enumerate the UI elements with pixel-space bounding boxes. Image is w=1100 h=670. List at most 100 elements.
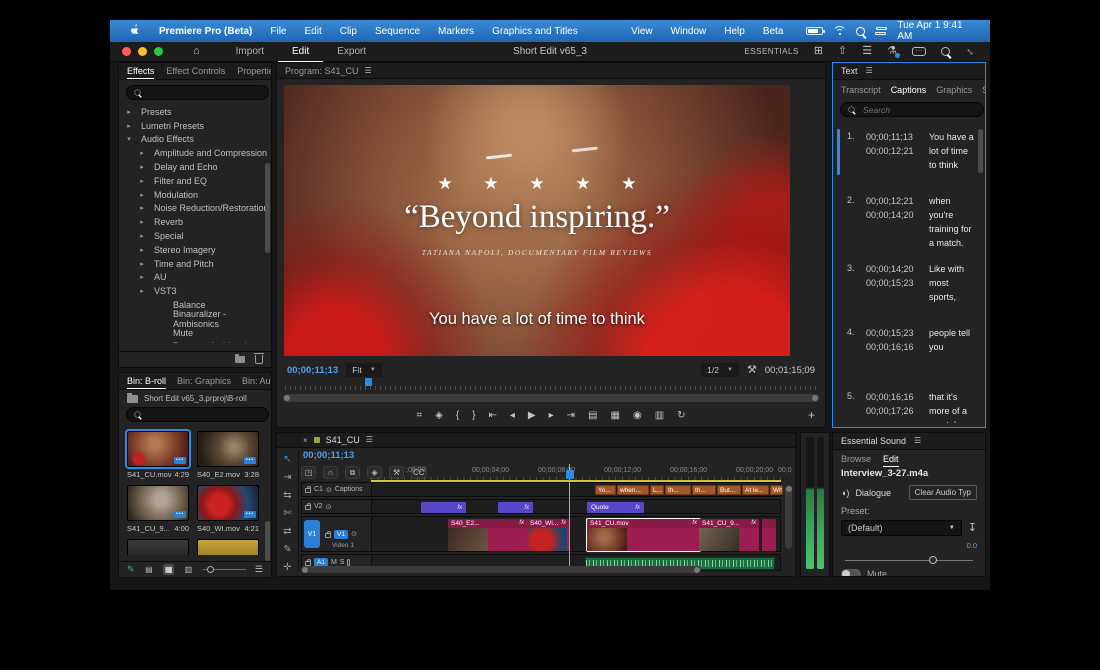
- captions-search-input[interactable]: [861, 104, 977, 116]
- menubar-item[interactable]: Clip: [331, 26, 366, 37]
- bin-panel-tab[interactable]: Bin: B-roll: [127, 376, 166, 386]
- menubar-clock[interactable]: Tue Apr 1 9:41 AM: [897, 20, 978, 42]
- menubar-item[interactable]: Beta: [754, 26, 793, 37]
- source-patch-v1[interactable]: V1: [304, 520, 320, 548]
- program-settings-wrench-icon[interactable]: ⚒: [747, 365, 757, 376]
- menubar-app-name[interactable]: Premiere Pro (Beta): [150, 26, 261, 37]
- effects-tree-item[interactable]: ▸ Lumetri Presets: [119, 119, 271, 133]
- mic-icon[interactable]: [347, 559, 350, 566]
- caption-track[interactable]: C1 ⊙ Captions Yo...when...L...th...th...…: [301, 482, 781, 497]
- effects-panel-tab[interactable]: Effects: [127, 66, 154, 76]
- spotlight-search-icon[interactable]: [856, 27, 865, 36]
- bin-clip-item[interactable]: ••• S41_CU.mov4:29: [127, 431, 189, 479]
- caption-timecodes[interactable]: 00;00;14;2000;00;15;23: [866, 263, 922, 315]
- program-video-frame[interactable]: ★ ★ ★ ★ ★ “Beyond inspiring.” TATIANA NA…: [284, 85, 790, 356]
- control-center-icon[interactable]: [875, 27, 888, 36]
- minimize-window-button[interactable]: [138, 47, 147, 56]
- mark-out-icon[interactable]: }: [472, 411, 475, 421]
- loudness-slider[interactable]: [845, 560, 973, 561]
- text-panel-tab[interactable]: S4: [982, 85, 985, 95]
- go-to-out-icon[interactable]: ⇥: [567, 411, 575, 421]
- tree-chevron-icon[interactable]: ▸: [138, 177, 146, 185]
- hand-tool[interactable]: ✛: [283, 563, 291, 573]
- zoom-window-button[interactable]: [154, 47, 163, 56]
- loop-icon[interactable]: ↻: [677, 411, 685, 421]
- effects-tree-item[interactable]: ▸ Noise Reduction/Restoration: [119, 202, 271, 216]
- graphic-clip[interactable]: Quotefx: [587, 502, 644, 513]
- sort-icon[interactable]: ☰: [255, 565, 263, 574]
- marker-icon[interactable]: ◈: [435, 411, 443, 421]
- tree-chevron-icon[interactable]: ▾: [125, 135, 133, 143]
- track-output-eye-icon[interactable]: ⊙: [326, 503, 332, 511]
- text-panel-tab[interactable]: Captions: [891, 85, 927, 95]
- caption-timecodes[interactable]: 00;00;15;2300;00;16;16: [866, 327, 922, 379]
- save-preset-icon[interactable]: ↧: [968, 523, 977, 534]
- tree-chevron-icon[interactable]: ▸: [138, 260, 146, 268]
- freeform-view-button[interactable]: ▥: [183, 564, 194, 575]
- caption-text[interactable]: when you're training for a match.: [929, 195, 977, 251]
- lift-icon[interactable]: ▤: [588, 411, 597, 421]
- video-track-v1[interactable]: V1 V1 ⊙ Video 1 S40_E2...fx S40_Wi...fx: [301, 516, 781, 552]
- gain-value[interactable]: 0.0: [967, 541, 977, 550]
- selection-tool[interactable]: ↖: [283, 455, 291, 465]
- track-mute-button[interactable]: M: [331, 559, 337, 566]
- bin-clip-item-cropped[interactable]: [127, 539, 189, 555]
- menubar-item[interactable]: Sequence: [366, 26, 429, 37]
- effects-tree-item[interactable]: Binauralizer - Ambisonics: [119, 312, 271, 326]
- bin-panel-tab[interactable]: Bin: Au: [242, 376, 271, 386]
- graphic-clip[interactable]: fx: [421, 502, 466, 513]
- ripple-edit-tool[interactable]: ⇆: [283, 491, 291, 501]
- effects-tree-item[interactable]: ▸ Modulation: [119, 188, 271, 202]
- caption-clip[interactable]: L...: [650, 485, 664, 495]
- menubar-item[interactable]: Help: [715, 26, 754, 37]
- tree-chevron-icon[interactable]: ▸: [138, 191, 146, 199]
- track-id[interactable]: C1: [314, 486, 323, 493]
- effects-tree-item[interactable]: ▾ Audio Effects: [119, 133, 271, 147]
- workspace-label[interactable]: ESSENTIALS: [744, 47, 798, 56]
- playback-resolution-dropdown[interactable]: 1/2▼: [701, 363, 739, 377]
- text-panel-tab[interactable]: Graphics: [936, 85, 972, 95]
- caption-text[interactable]: people tell you: [929, 327, 977, 379]
- caption-clip[interactable]: At le...: [742, 485, 769, 495]
- delete-icon[interactable]: [255, 355, 263, 364]
- essential-sound-tab[interactable]: Browse: [841, 454, 871, 464]
- caption-timecodes[interactable]: 00;00;16;1600;00;17;26: [866, 391, 922, 423]
- caption-row[interactable]: 3. 00;00;14;2000;00;15;23 Like with most…: [837, 257, 981, 321]
- panel-menu-icon[interactable]: ☰: [365, 67, 372, 75]
- video-clip[interactable]: fx: [762, 519, 776, 551]
- program-playhead[interactable]: [365, 378, 372, 386]
- video-clip[interactable]: S41_CU_9...fx: [699, 519, 759, 551]
- tree-chevron-icon[interactable]: ▸: [138, 204, 146, 212]
- tree-chevron-icon[interactable]: ▸: [138, 287, 146, 295]
- effects-tree-item[interactable]: ▸ AU: [119, 271, 271, 285]
- bin-search-input[interactable]: [147, 409, 262, 421]
- search-icon[interactable]: [941, 47, 950, 56]
- export-frame-icon[interactable]: ◉: [633, 411, 642, 421]
- bin-clip-item[interactable]: ••• S40_E2.mov3:28: [197, 431, 259, 479]
- tree-chevron-icon[interactable]: ▸: [125, 122, 133, 130]
- mute-toggle[interactable]: [841, 569, 861, 577]
- caption-text[interactable]: Like with most sports,: [929, 263, 977, 315]
- close-sequence-icon[interactable]: ×: [303, 436, 308, 445]
- beta-feedback-beaker-icon[interactable]: ⚗: [887, 46, 897, 57]
- match-frame-icon[interactable]: ⌗: [416, 411, 422, 421]
- effects-tree-item[interactable]: ▸ Presets: [119, 105, 271, 119]
- track-solo-button[interactable]: S: [340, 559, 345, 566]
- step-back-icon[interactable]: ◂: [510, 411, 515, 421]
- menubar-item[interactable]: Window: [662, 26, 716, 37]
- tree-chevron-icon[interactable]: ▸: [138, 218, 146, 226]
- fullscreen-icon[interactable]: ↔: [963, 44, 979, 60]
- caption-clip[interactable]: th...: [665, 485, 691, 495]
- timeline-vertical-scrollbar[interactable]: [785, 485, 792, 549]
- menubar-item[interactable]: Graphics and Titles: [483, 26, 587, 37]
- effects-tree-item[interactable]: ▸ Stereo Imagery: [119, 243, 271, 257]
- extract-icon[interactable]: ▦: [611, 411, 620, 421]
- track-output-eye-icon[interactable]: ⊙: [351, 530, 357, 538]
- titlebar-tab[interactable]: Import: [222, 42, 278, 62]
- titlebar-tab[interactable]: Export: [323, 42, 380, 62]
- comments-icon[interactable]: ···: [912, 47, 926, 56]
- program-current-timecode[interactable]: 00;00;11;13: [287, 365, 338, 376]
- step-forward-icon[interactable]: ▸: [549, 411, 554, 421]
- video-track-v2[interactable]: V2 ⊙ fxfxQuotefx: [301, 499, 781, 514]
- effects-tree-item[interactable]: ▸ Special: [119, 229, 271, 243]
